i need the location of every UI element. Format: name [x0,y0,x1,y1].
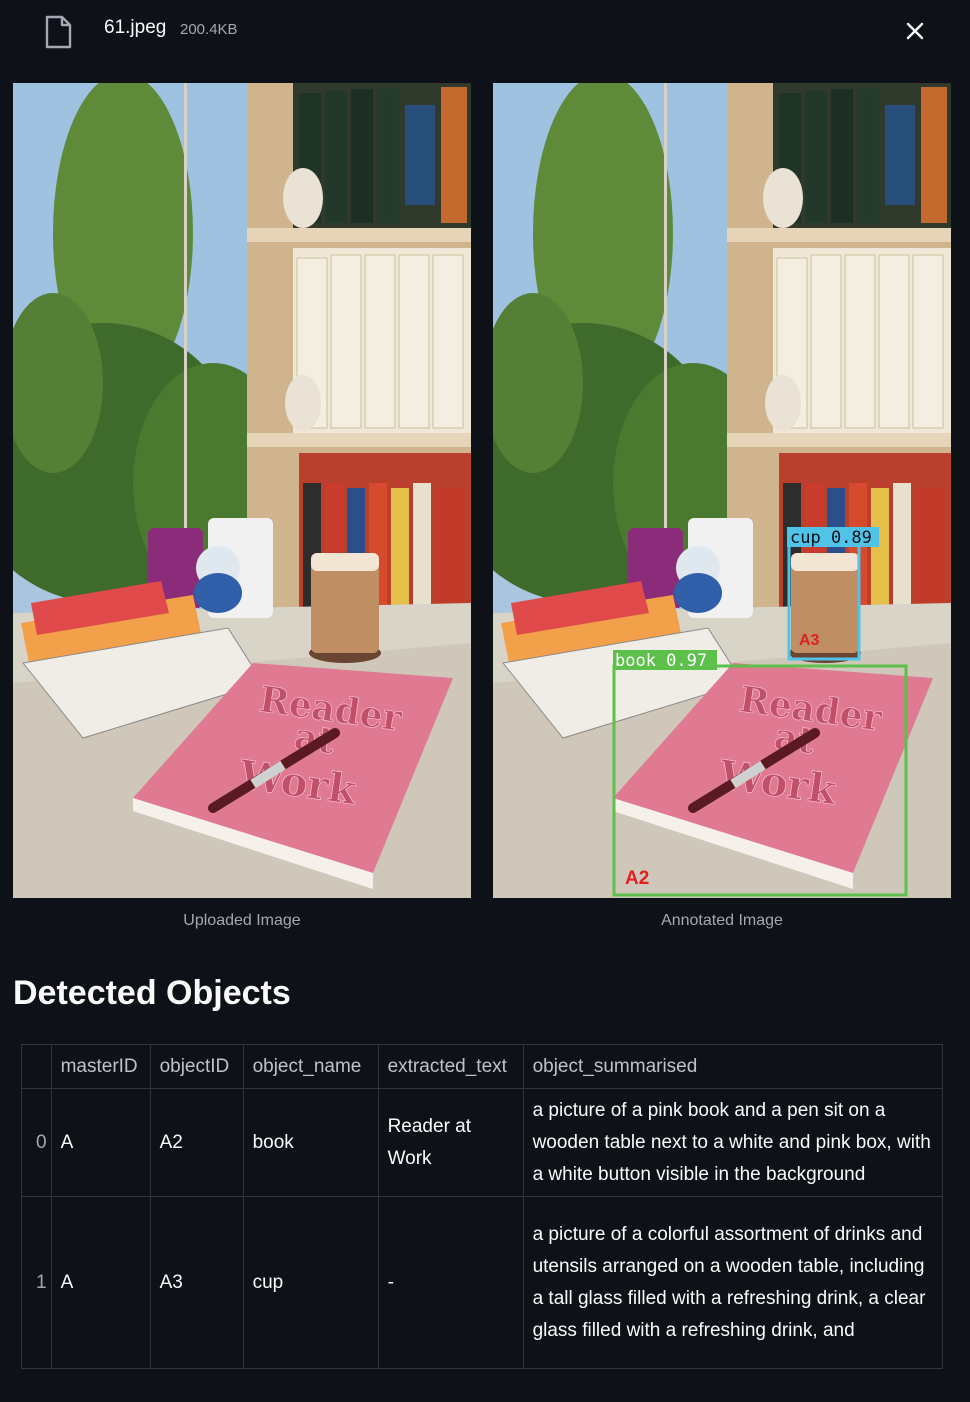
detected-objects-table[interactable]: masterID objectID object_name extracted_… [21,1044,944,1369]
cell-object-name[interactable]: cup [242,1196,379,1369]
annotated-image-caption: Annotated Image [661,912,783,929]
annotated-image: Reader at Work cup 0.89 A3 book 0.97 A2 [493,83,951,898]
cell-objectid[interactable]: A2 [149,1088,244,1197]
column-header-index[interactable] [21,1044,52,1089]
column-header-objectid[interactable]: objectID [149,1044,244,1089]
cell-masterid[interactable]: A [50,1088,151,1197]
cup-detection-id: A3 [799,632,820,649]
book-detection-id: A2 [625,868,649,889]
column-header-object-summarised[interactable]: object_summarised [522,1044,944,1089]
cell-masterid[interactable]: A [50,1196,151,1369]
section-title: Detected Objects [13,974,291,1012]
file-icon [45,15,72,49]
cell-object-summarised[interactable]: a picture of a pink book and a pen sit o… [522,1088,944,1197]
cell-objectid[interactable]: A3 [149,1196,244,1369]
row-index: 1 [21,1196,52,1369]
cup-detection-label: cup 0.89 [790,528,872,548]
book-detection-label: book 0.97 [615,651,707,671]
cell-extracted-text[interactable]: Reader at Work [377,1088,524,1197]
table-row: 1 A A3 cup - a picture of a colorful ass… [21,1196,944,1369]
cell-object-summarised[interactable]: a picture of a colorful assortment of dr… [522,1196,944,1369]
table-row: 0 A A2 book Reader at Work a picture of … [21,1088,944,1197]
column-header-masterid[interactable]: masterID [50,1044,151,1089]
cell-extracted-text[interactable]: - [377,1196,524,1369]
column-header-object-name[interactable]: object_name [242,1044,379,1089]
file-header: 61.jpeg 200.4KB [0,0,970,62]
file-size: 200.4KB [180,21,238,38]
cell-object-name[interactable]: book [242,1088,379,1197]
column-header-extracted-text[interactable]: extracted_text [377,1044,524,1089]
uploaded-image-caption: Uploaded Image [183,912,301,929]
uploaded-image: Reader at Work [13,83,471,898]
close-icon[interactable] [902,18,928,44]
row-index: 0 [21,1088,52,1197]
file-name: 61.jpeg [104,17,167,38]
table-header-row: masterID objectID object_name extracted_… [21,1044,944,1089]
